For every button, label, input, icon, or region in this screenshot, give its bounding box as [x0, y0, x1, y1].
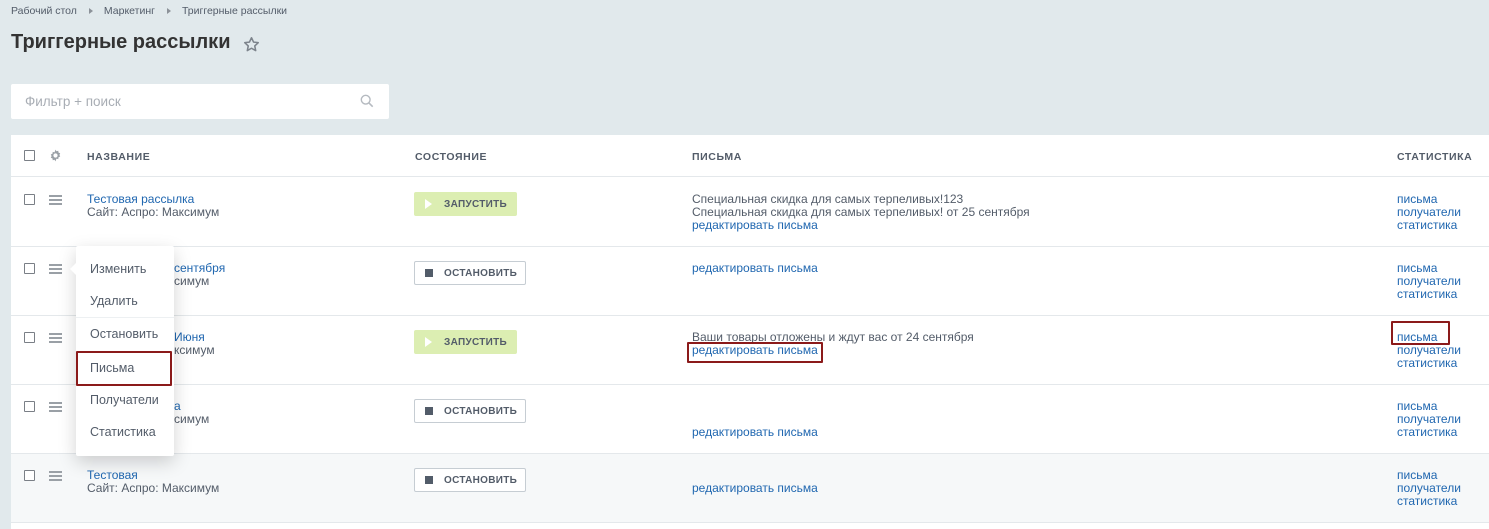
menu-item-delete[interactable]: Удалить: [90, 294, 138, 308]
row-checkbox[interactable]: [24, 401, 35, 412]
stats-statistics-link[interactable]: статистика: [1397, 288, 1461, 301]
row-checkbox[interactable]: [24, 470, 35, 481]
play-icon: [425, 199, 432, 209]
row-checkbox[interactable]: [24, 263, 35, 274]
table-row: Тестовая Сайт: Аспро: Максимум ОСТАНОВИТ…: [11, 454, 1489, 523]
edit-letters-link[interactable]: редактировать письма: [692, 344, 974, 357]
stop-icon: [425, 476, 433, 484]
edit-letters-link[interactable]: редактировать письма: [692, 426, 818, 439]
row-menu-icon[interactable]: [49, 333, 62, 343]
start-button[interactable]: ЗАПУСТИТЬ: [414, 330, 517, 354]
stop-button[interactable]: ОСТАНОВИТЬ: [414, 468, 526, 492]
select-all-checkbox[interactable]: [24, 150, 35, 161]
stop-icon: [425, 407, 433, 415]
table-row: Тестовая рассылка Сайт: Аспро: Максимум …: [11, 178, 1489, 247]
menu-item-recipients[interactable]: Получатели: [90, 393, 159, 407]
column-state[interactable]: СОСТОЯНИЕ: [415, 151, 487, 163]
breadcrumb: Рабочий стол Маркетинг Триггерные рассыл…: [11, 5, 287, 17]
mailings-grid: НАЗВАНИЕ СОСТОЯНИЕ ПИСЬМА СТАТИСТИКА Тес…: [11, 135, 1489, 529]
filter-search-input[interactable]: [11, 84, 389, 119]
edit-letters-link[interactable]: редактировать письма: [692, 219, 1030, 232]
stop-button[interactable]: ОСТАНОВИТЬ: [414, 261, 526, 285]
row-menu-icon[interactable]: [49, 195, 62, 205]
row-menu-icon[interactable]: [49, 471, 62, 481]
stats-statistics-link[interactable]: статистика: [1397, 357, 1461, 370]
menu-item-letters[interactable]: Письма: [90, 361, 134, 375]
gear-icon[interactable]: [49, 149, 62, 162]
filter-search: [11, 84, 389, 119]
menu-item-stop[interactable]: Остановить: [90, 327, 158, 341]
play-icon: [425, 337, 432, 347]
stop-icon: [425, 269, 433, 277]
menu-item-edit[interactable]: Изменить: [90, 262, 146, 276]
column-letters[interactable]: ПИСЬМА: [692, 151, 742, 163]
search-icon[interactable]: [360, 94, 374, 108]
table-row: Июня ксимум ЗАПУСТИТЬ Ваши товары отложе…: [11, 316, 1489, 385]
menu-separator: [76, 317, 174, 318]
breadcrumb-marketing[interactable]: Маркетинг: [104, 5, 155, 17]
row-context-menu: Изменить Удалить Остановить Письма Получ…: [70, 246, 174, 456]
mailing-site: Сайт: Аспро: Максимум: [87, 481, 220, 495]
row-checkbox[interactable]: [24, 194, 35, 205]
breadcrumb-desktop[interactable]: Рабочий стол: [11, 5, 77, 17]
menu-item-statistics[interactable]: Статистика: [90, 425, 156, 439]
table-row: а симум ОСТАНОВИТЬ редактировать письма …: [11, 385, 1489, 454]
grid-header: НАЗВАНИЕ СОСТОЯНИЕ ПИСЬМА СТАТИСТИКА: [11, 135, 1489, 177]
start-button[interactable]: ЗАПУСТИТЬ: [414, 192, 517, 216]
breadcrumb-trigger-mailings[interactable]: Триггерные рассылки: [182, 5, 287, 17]
stop-button[interactable]: ОСТАНОВИТЬ: [414, 399, 526, 423]
stats-statistics-link[interactable]: статистика: [1397, 495, 1461, 508]
star-icon[interactable]: [243, 36, 260, 53]
row-menu-icon[interactable]: [49, 402, 62, 412]
page-title: Триггерные рассылки: [11, 31, 231, 53]
row-checkbox[interactable]: [24, 332, 35, 343]
table-row: сентября симум ОСТАНОВИТЬ редактировать …: [11, 247, 1489, 316]
mailing-site: Сайт: Аспро: Максимум: [87, 205, 220, 219]
edit-letters-link[interactable]: редактировать письма: [692, 262, 818, 275]
stats-statistics-link[interactable]: статистика: [1397, 219, 1461, 232]
row-menu-icon[interactable]: [49, 264, 62, 274]
stats-statistics-link[interactable]: статистика: [1397, 426, 1461, 439]
column-name[interactable]: НАЗВАНИЕ: [87, 151, 150, 163]
breadcrumb-arrow-icon: [88, 8, 93, 14]
column-stats[interactable]: СТАТИСТИКА: [1397, 151, 1472, 163]
edit-letters-link[interactable]: редактировать письма: [692, 482, 818, 495]
breadcrumb-arrow-icon: [166, 8, 171, 14]
